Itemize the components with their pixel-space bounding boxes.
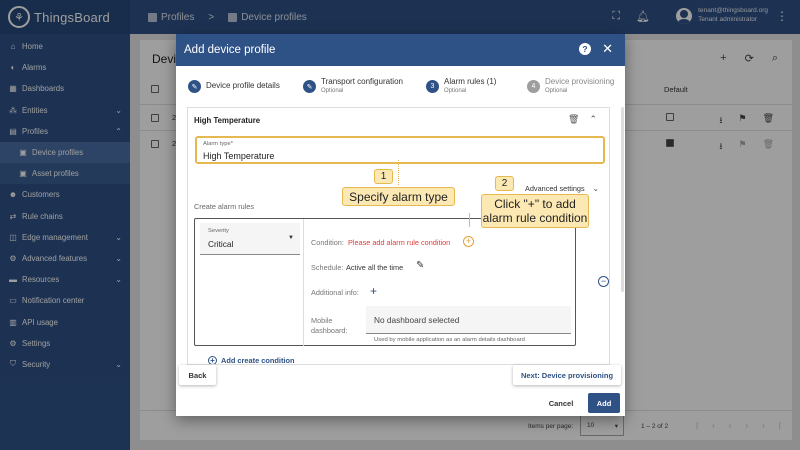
schedule-value: Active all the time bbox=[346, 263, 404, 272]
alarm-type-field[interactable]: Alarm type* High Temperature bbox=[195, 136, 605, 164]
help-icon[interactable]: ? bbox=[579, 43, 591, 55]
additional-info-label: Additional info: bbox=[311, 288, 359, 297]
dialog-title: Add device profile bbox=[184, 44, 276, 56]
stepper: ✎ Device profile details ✎ Transport con… bbox=[186, 76, 616, 104]
dashboard-select[interactable]: No dashboard selected bbox=[366, 306, 571, 334]
close-icon[interactable]: ✕ bbox=[602, 41, 613, 57]
step-device-provisioning[interactable]: 4 Device provisioning Optional bbox=[527, 76, 614, 95]
condition-warning: Please add alarm rule condition bbox=[348, 238, 451, 247]
callout-line-2: alarm rule condition bbox=[482, 211, 588, 225]
create-alarm-rules-label: Create alarm rules bbox=[194, 202, 255, 211]
advanced-settings-label: Advanced settings bbox=[525, 184, 585, 193]
severity-label: Severity bbox=[208, 228, 229, 234]
step-sublabel: Optional bbox=[444, 88, 467, 94]
alarm-rule-panel: High Temperature 🗑︎ ⌃ Alarm type* High T… bbox=[187, 107, 610, 365]
add-create-condition-label: Add create condition bbox=[221, 356, 295, 365]
remove-rule-icon[interactable]: − bbox=[598, 276, 609, 287]
alarm-type-label: Alarm type* bbox=[203, 141, 233, 147]
step-sublabel: Optional bbox=[321, 88, 344, 94]
add-info-plus-icon[interactable]: + bbox=[370, 284, 377, 298]
alarm-type-value: High Temperature bbox=[203, 151, 275, 161]
severity-select[interactable]: Severity Critical ▼ bbox=[200, 223, 300, 255]
pencil-icon: ✎ bbox=[303, 80, 316, 93]
step-label: Alarm rules (1) bbox=[444, 77, 497, 86]
step-number: 4 bbox=[527, 80, 540, 93]
add-create-condition-button[interactable]: + Add create condition bbox=[208, 356, 295, 365]
add-condition-plus-icon[interactable]: + bbox=[463, 236, 474, 247]
dashboard-placeholder: No dashboard selected bbox=[374, 315, 460, 325]
callout-line-1: Click "+" to add bbox=[494, 197, 576, 211]
back-button[interactable]: Back bbox=[179, 365, 216, 385]
chevron-down-icon: ⌄ bbox=[592, 184, 599, 193]
cancel-button[interactable]: Cancel bbox=[543, 393, 579, 413]
dashboard-hint: Used by mobile application as an alarm d… bbox=[374, 337, 525, 343]
step-transport-configuration[interactable]: ✎ Transport configuration Optional bbox=[303, 76, 403, 95]
callout-specify-alarm-type: Specify alarm type bbox=[342, 187, 455, 206]
divider bbox=[303, 219, 304, 346]
chevron-up-icon[interactable]: ⌃ bbox=[589, 114, 597, 125]
step-number: 3 bbox=[426, 80, 439, 93]
mobile-dashboard-label-2: dashboard: bbox=[311, 326, 348, 335]
edit-pencil-icon[interactable]: ✎ bbox=[416, 260, 424, 271]
callout-connector bbox=[398, 160, 399, 185]
next-button[interactable]: Next: Device provisioning bbox=[513, 365, 621, 385]
mobile-dashboard-label-1: Mobile bbox=[311, 316, 333, 325]
step-alarm-rules[interactable]: 3 Alarm rules (1) Optional bbox=[426, 76, 496, 95]
plus-circle-icon: + bbox=[208, 356, 217, 364]
pencil-icon: ✎ bbox=[188, 80, 201, 93]
dropdown-arrow-icon: ▼ bbox=[288, 235, 294, 241]
callout-number-1: 1 bbox=[374, 169, 393, 184]
condition-label: Condition: bbox=[311, 238, 344, 247]
schedule-label: Schedule: bbox=[311, 263, 344, 272]
scrollbar[interactable] bbox=[621, 107, 624, 292]
step-label: Device provisioning bbox=[545, 77, 615, 86]
severity-value: Critical bbox=[208, 239, 234, 249]
callout-add-condition: Click "+" to add alarm rule condition bbox=[481, 194, 589, 228]
alarm-header-actions: 🗑︎ ⌃ bbox=[568, 114, 597, 125]
alarm-rule-header[interactable]: High Temperature bbox=[194, 116, 260, 125]
callout-number-2: 2 bbox=[495, 176, 514, 191]
step-label: Device profile details bbox=[206, 81, 280, 90]
alarm-rule-box: Severity Critical ▼ Condition: Please ad… bbox=[194, 218, 576, 346]
step-sublabel: Optional bbox=[545, 88, 568, 94]
callout-connector bbox=[469, 213, 470, 227]
delete-icon[interactable]: 🗑︎ bbox=[568, 114, 579, 125]
step-device-profile-details[interactable]: ✎ Device profile details bbox=[188, 80, 280, 93]
step-label: Transport configuration bbox=[321, 77, 403, 86]
advanced-settings-toggle[interactable]: Advanced settings ⌄ bbox=[525, 184, 599, 193]
dialog-header: Add device profile ? ✕ bbox=[176, 34, 625, 66]
add-button[interactable]: Add bbox=[588, 393, 620, 413]
